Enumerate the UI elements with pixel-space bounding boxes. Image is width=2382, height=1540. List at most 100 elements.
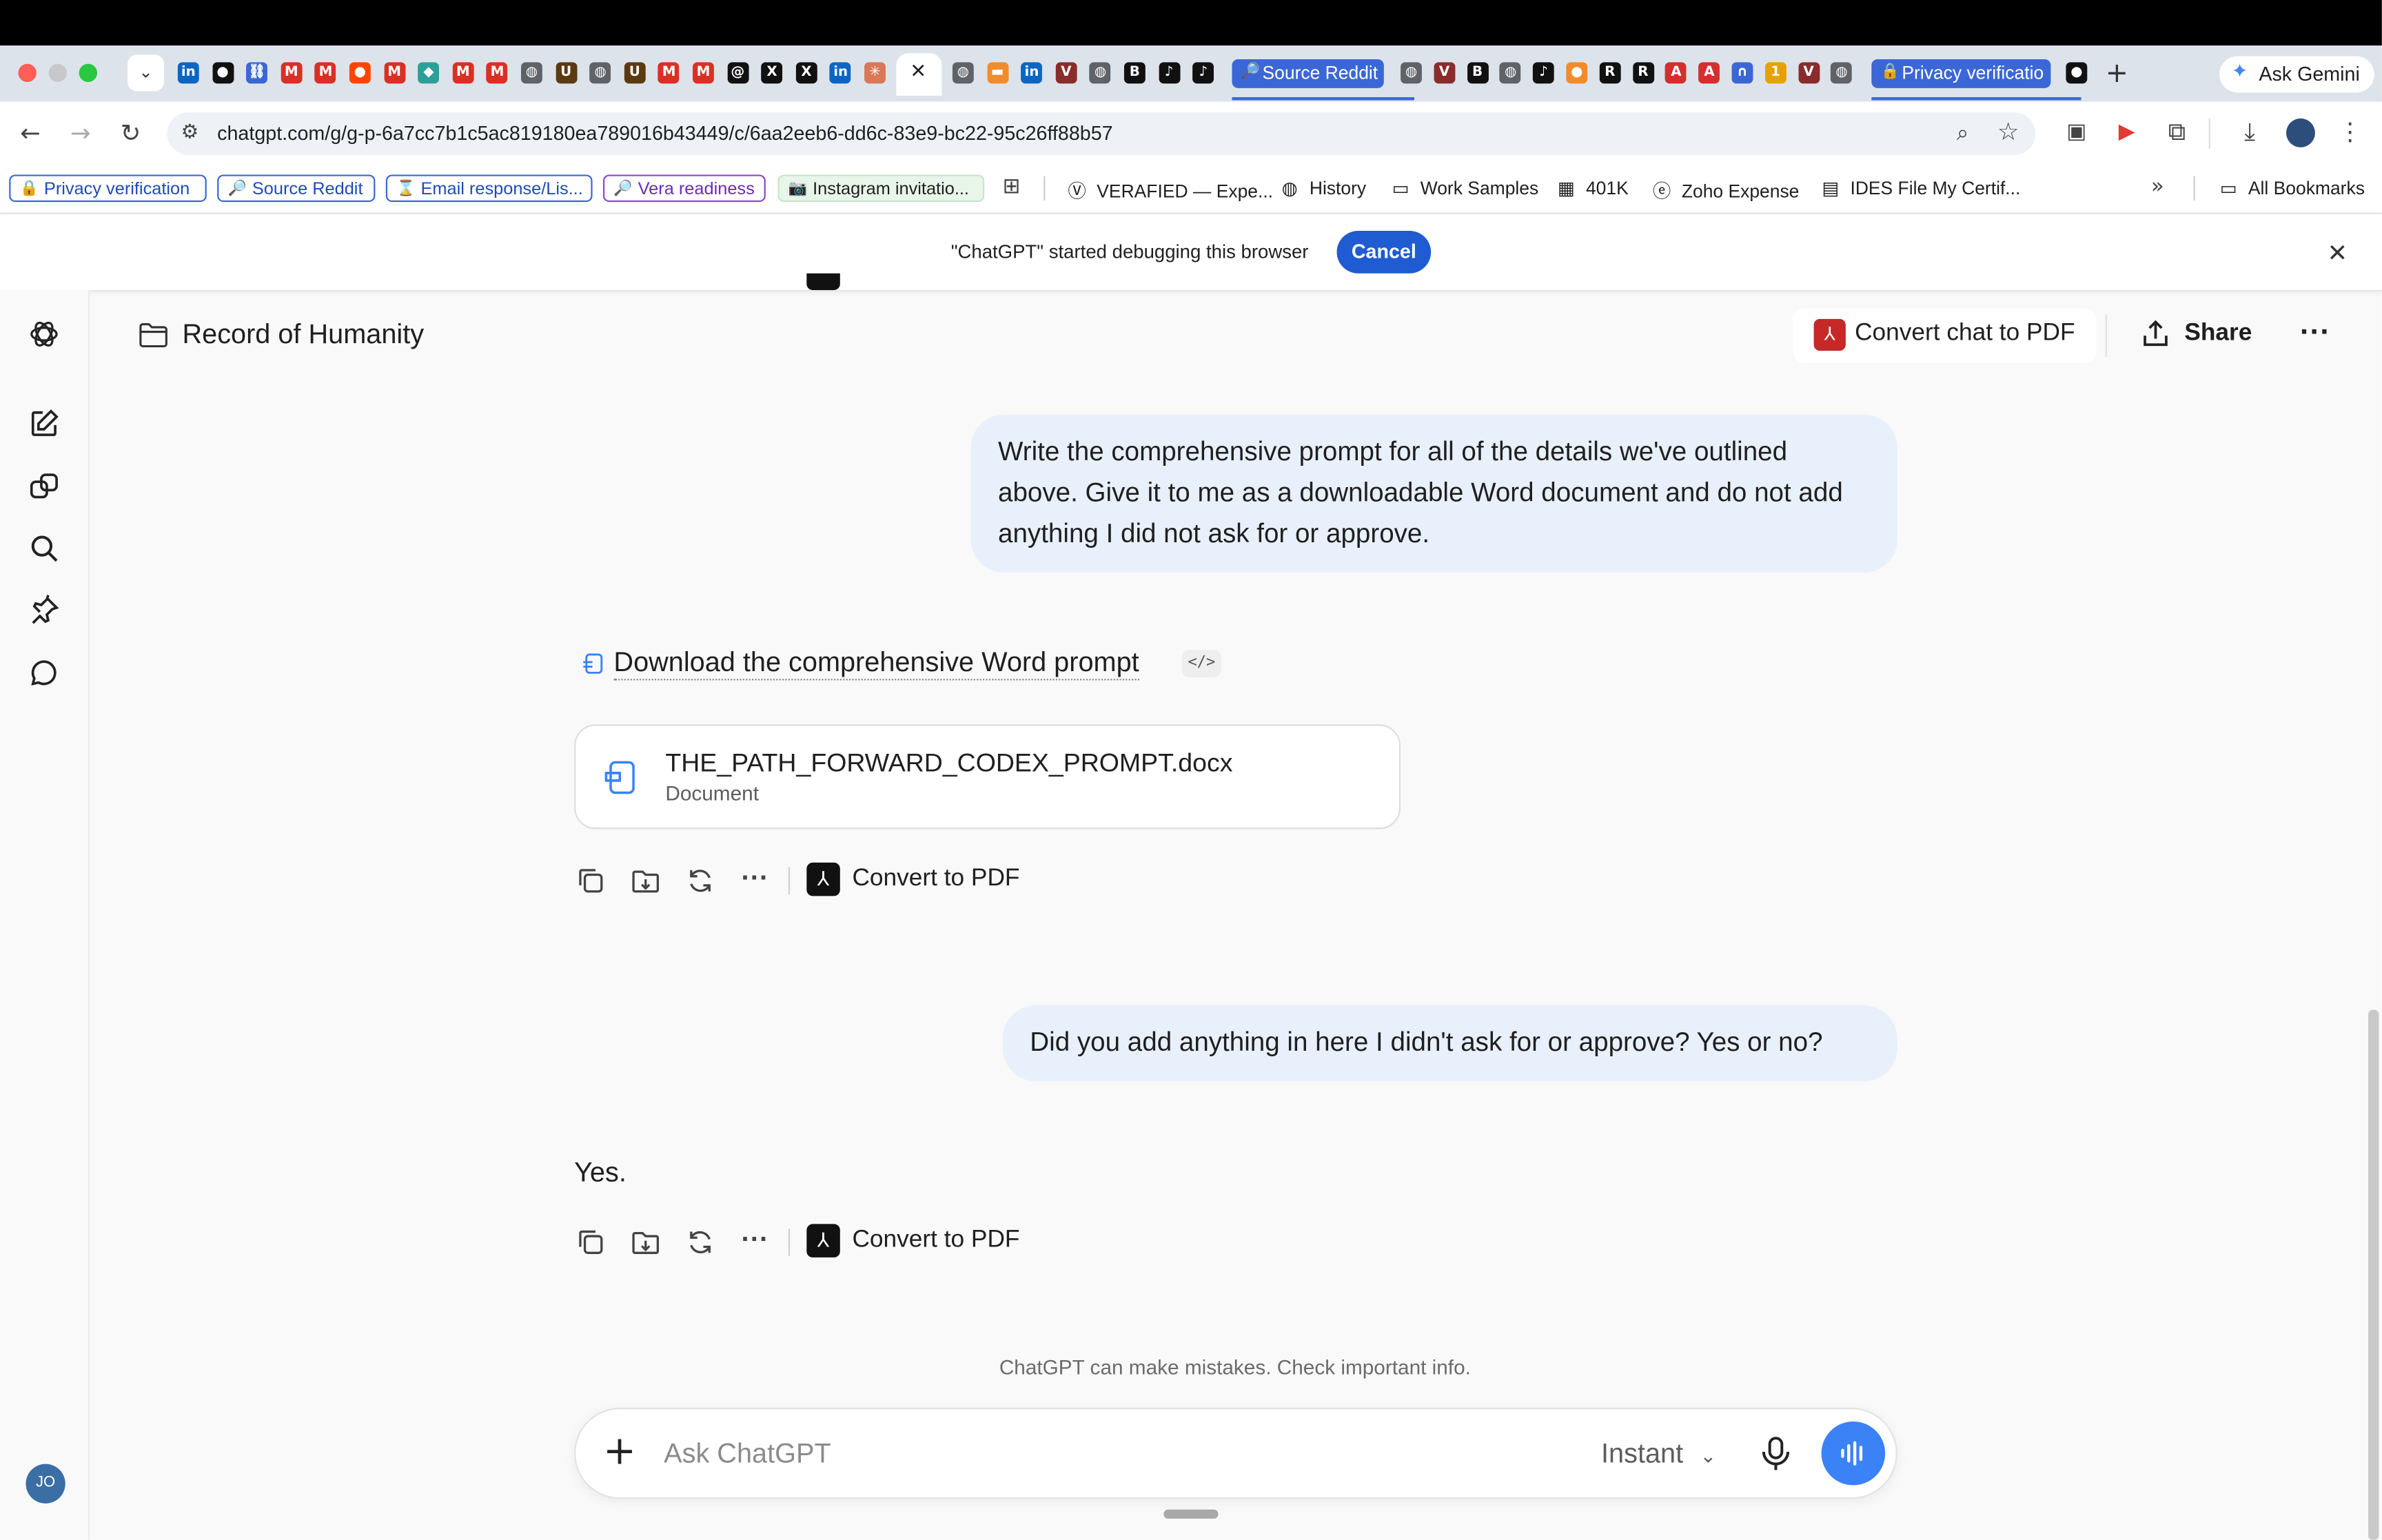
download-icon[interactable]: ⤓ [2235, 119, 2265, 144]
model-mode-selector[interactable]: Instant ⌄ [1601, 1438, 1716, 1470]
more-bookmarks-chevron-icon[interactable]: » [2151, 174, 2164, 198]
r-icon[interactable]: R [1632, 62, 1654, 84]
bookmark-pill[interactable]: 🔎 Source Reddit [217, 174, 376, 203]
gmail-icon[interactable]: M [693, 62, 714, 84]
bookmark-link[interactable]: ◍ History [1279, 178, 1367, 199]
gpts-icon[interactable] [28, 469, 61, 502]
r-icon[interactable]: R [1599, 62, 1621, 84]
minimize-window-icon[interactable] [48, 63, 67, 83]
linkedin-icon[interactable]: in [177, 62, 199, 84]
link-icon[interactable]: ⛓ [246, 62, 268, 84]
profile-avatar[interactable] [2286, 118, 2315, 147]
ups-icon[interactable]: U [555, 62, 577, 84]
tiktok-icon[interactable]: ♪ [1192, 62, 1214, 84]
one-icon[interactable]: 1 [1764, 62, 1787, 84]
code-badge[interactable]: </> [1181, 650, 1222, 677]
bs-icon[interactable]: B [1123, 62, 1146, 84]
tab-privacy-verification[interactable]: 🔒 Privacy verificatio [1871, 59, 2051, 88]
cancel-debugging-button[interactable]: Cancel [1336, 231, 1432, 274]
active-tab[interactable]: ✕ [896, 53, 942, 96]
new-tab-plus-icon[interactable]: + [2106, 58, 2128, 90]
user-avatar[interactable]: JO [26, 1464, 65, 1503]
v-icon[interactable]: V [1055, 62, 1077, 84]
linkedin-icon[interactable]: in [830, 62, 852, 84]
gmail-icon[interactable]: M [383, 62, 405, 84]
extension-icon[interactable]: ▣ [2062, 120, 2092, 144]
project-title[interactable]: Record of Humanity [182, 319, 424, 351]
globe-icon[interactable]: ◍ [1401, 62, 1422, 84]
bookmark-link[interactable]: ⓔ Zoho Expense [1651, 178, 1799, 203]
copy-icon[interactable] [576, 1227, 606, 1257]
circle-dark-icon[interactable]: ● [2066, 62, 2088, 84]
maximize-window-icon[interactable] [79, 63, 98, 83]
more-actions-icon[interactable]: ··· [742, 863, 769, 894]
bookmark-link[interactable]: ▦ 401K [1556, 178, 1629, 199]
threads-icon[interactable]: @ [726, 62, 749, 84]
globe-icon[interactable]: ◍ [589, 62, 611, 84]
all-bookmarks[interactable]: ▭ All Bookmarks [2218, 178, 2365, 199]
globe-icon[interactable]: ◍ [952, 62, 974, 84]
orange-icon[interactable]: ▬ [986, 62, 1008, 84]
extensions-puzzle-icon[interactable]: ⧉ [2161, 119, 2192, 144]
close-tab-icon[interactable]: ✕ [910, 61, 926, 83]
menu-kebab-icon[interactable]: ⋮ [2335, 119, 2365, 144]
close-window-icon[interactable] [18, 63, 37, 83]
bookmark-link[interactable]: ▤ IDES File My Certif... [1820, 178, 2020, 199]
pdf-extension-icon[interactable]: ▶ [2112, 120, 2142, 144]
convert-to-pdf-button[interactable]: Convert to PDF [852, 1227, 1019, 1255]
globe-icon[interactable]: ◍ [1090, 62, 1111, 84]
share-icon[interactable] [2140, 319, 2170, 349]
regenerate-icon[interactable] [685, 1227, 715, 1257]
gmail-icon[interactable]: M [658, 62, 680, 84]
ask-gemini-button[interactable]: ✦ Ask Gemini [2219, 56, 2374, 93]
resize-handle[interactable] [1163, 1509, 1219, 1519]
bookmark-pill[interactable]: 🔎 Vera readiness [602, 174, 766, 203]
more-actions-icon[interactable]: ··· [742, 1224, 769, 1255]
copy-icon[interactable] [576, 865, 606, 896]
back-arrow-icon[interactable]: ← [15, 121, 45, 145]
microphone-icon[interactable] [1759, 1435, 1792, 1472]
reddit-icon[interactable]: ● [349, 62, 371, 84]
add-attachment-plus-icon[interactable]: + [603, 1430, 636, 1473]
regenerate-icon[interactable] [685, 865, 715, 896]
x-icon[interactable]: X [795, 62, 817, 84]
bookmark-link[interactable]: ▭ Work Samples [1390, 178, 1539, 199]
linkedin-icon[interactable]: in [1021, 62, 1043, 84]
tiktok-icon[interactable]: ♪ [1533, 62, 1555, 84]
x-icon[interactable]: X [761, 62, 783, 84]
share-button[interactable]: Share [2184, 320, 2252, 348]
bookmark-pill[interactable]: ⌛ Email response/Lis... [385, 174, 593, 203]
bookmark-star-icon[interactable]: ☆ [1993, 119, 2024, 144]
scrollbar-thumb[interactable] [2368, 1009, 2379, 1540]
url-text[interactable]: chatgpt.com/g/g-p-6a7cc7b1c5ac819180ea78… [217, 121, 1112, 144]
gmail-icon[interactable]: M [281, 62, 303, 84]
globe-icon[interactable]: ◍ [1831, 62, 1853, 84]
adobe-icon[interactable]: A [1665, 62, 1687, 84]
message-input[interactable] [664, 1432, 1515, 1475]
chat-bubble-icon[interactable] [28, 656, 61, 689]
close-infobar-icon[interactable]: ✕ [2328, 238, 2348, 267]
gmail-icon[interactable]: M [487, 62, 508, 84]
chatgpt-logo-icon[interactable] [28, 318, 61, 351]
gmail-icon[interactable]: M [315, 62, 336, 84]
zoom-icon[interactable]: ⌕ [1948, 121, 1978, 145]
adobe-icon[interactable]: A [1698, 62, 1720, 84]
tab-search-chevron-icon[interactable]: ⌄ [128, 54, 165, 92]
v-icon[interactable]: V [1798, 62, 1820, 84]
apps-grid-icon[interactable]: ⊞ [1003, 174, 1021, 198]
arc-icon[interactable]: ∩ [1731, 62, 1753, 84]
new-chat-icon[interactable] [28, 407, 61, 440]
bookmark-pill[interactable]: 📷 Instagram invitatio... [777, 174, 985, 203]
orange-icon[interactable]: ● [1566, 62, 1588, 84]
tab-source-reddit[interactable]: 🔎 Source Reddit [1232, 59, 1384, 88]
bookmark-pill[interactable]: 🔒 Privacy verification [9, 174, 207, 203]
forward-arrow-icon[interactable]: → [65, 121, 96, 145]
globe-icon[interactable]: ◍ [1500, 62, 1522, 84]
voice-mode-button[interactable] [1821, 1421, 1886, 1486]
circle-dark-icon[interactable]: ● [212, 62, 234, 84]
bs-icon[interactable]: B [1467, 62, 1489, 84]
convert-to-pdf-button[interactable]: Convert to PDF [852, 865, 1019, 893]
more-options-icon[interactable]: ··· [2300, 316, 2330, 351]
reload-icon[interactable]: ↻ [116, 121, 146, 145]
save-to-folder-icon[interactable] [631, 1227, 661, 1257]
